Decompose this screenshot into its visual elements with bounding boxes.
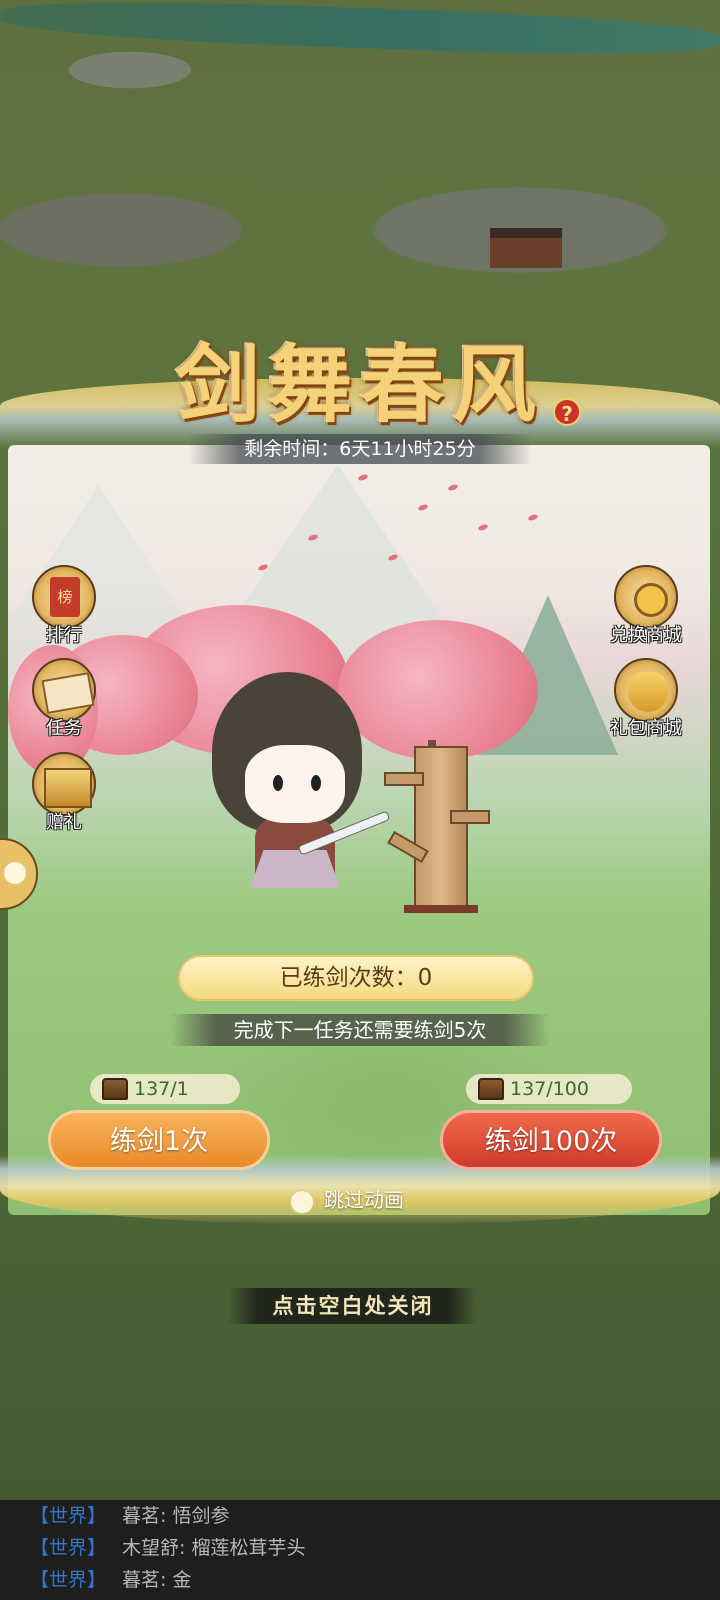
- petal: [527, 513, 539, 522]
- wooden-dummy: [414, 746, 468, 910]
- ranking-label: 排行: [46, 625, 82, 646]
- petal: [417, 503, 429, 512]
- coin-icon: [614, 565, 678, 629]
- dummy-arm: [450, 810, 490, 824]
- task-button[interactable]: 任务: [24, 658, 104, 740]
- gift-label: 赠礼: [46, 812, 82, 833]
- exchange-shop-label: 兑换商城: [610, 625, 682, 646]
- petal: [357, 473, 369, 482]
- character-skirt: [250, 850, 340, 888]
- dummy-arm: [384, 772, 424, 786]
- skip-animation-radio[interactable]: [290, 1189, 314, 1214]
- character-eye: [311, 775, 321, 791]
- world-chat[interactable]: 【世界】 暮茗: 悟剑参 【世界】 木望舒: 榴莲松茸芋头 【世界】 暮茗: 金: [0, 1500, 720, 1600]
- ranking-icon: [32, 565, 96, 629]
- cost-single: 137/1: [90, 1074, 240, 1104]
- chat-channel: 【世界】: [30, 1505, 107, 1527]
- remaining-time: 剩余时间：6天11小时25分: [188, 434, 532, 464]
- character-face: [245, 745, 345, 823]
- exchange-shop-button[interactable]: 兑换商城: [606, 565, 686, 647]
- chat-message[interactable]: 【世界】 暮茗: 悟剑参: [30, 1500, 720, 1532]
- next-task-hint: 完成下一任务还需要练剑5次: [170, 1014, 550, 1046]
- character-eye: [273, 775, 283, 791]
- skip-animation-label: 跳过动画: [324, 1188, 404, 1212]
- task-label: 任务: [46, 718, 82, 739]
- chat-text: 暮茗: 金: [122, 1569, 192, 1591]
- dummy-base: [404, 905, 478, 913]
- cost-single-value: 137/1: [134, 1078, 189, 1100]
- close-hint[interactable]: 点击空白处关闭: [228, 1288, 478, 1324]
- petal: [447, 483, 459, 492]
- petal: [477, 523, 489, 532]
- ranking-button[interactable]: 排行: [24, 565, 104, 647]
- lucky-bag-icon: [614, 658, 678, 722]
- chat-text: 木望舒: 榴莲松茸芋头: [122, 1537, 306, 1559]
- skip-animation-toggle[interactable]: 跳过动画: [290, 1185, 450, 1215]
- river: [0, 0, 720, 61]
- village-house: [490, 228, 562, 268]
- chat-message[interactable]: 【世界】 木望舒: 榴莲松茸芋头: [30, 1532, 720, 1564]
- gift-box-icon: [32, 752, 96, 816]
- chest-icon: [102, 1078, 128, 1100]
- scroll-icon: [32, 658, 96, 722]
- event-title: 剑舞春风: [175, 335, 544, 434]
- pack-shop-button[interactable]: 礼包商城: [606, 658, 686, 740]
- cherry-tree: [338, 620, 538, 760]
- chat-message[interactable]: 【世界】 暮茗: 金: [30, 1564, 720, 1596]
- chat-text: 暮茗: 悟剑参: [122, 1505, 230, 1527]
- help-icon[interactable]: ?: [553, 398, 581, 426]
- practice-count: 已练剑次数：0: [178, 955, 534, 1001]
- practice-once-button[interactable]: 练剑1次: [48, 1110, 270, 1170]
- chat-channel: 【世界】: [30, 1569, 107, 1591]
- chat-channel: 【世界】: [30, 1537, 107, 1559]
- cost-hundred: 137/100: [466, 1074, 632, 1104]
- gift-button[interactable]: 赠礼: [24, 752, 104, 834]
- cost-hundred-value: 137/100: [510, 1078, 589, 1100]
- chest-icon: [478, 1078, 504, 1100]
- practice-hundred-button[interactable]: 练剑100次: [440, 1110, 662, 1170]
- pack-shop-label: 礼包商城: [610, 718, 682, 739]
